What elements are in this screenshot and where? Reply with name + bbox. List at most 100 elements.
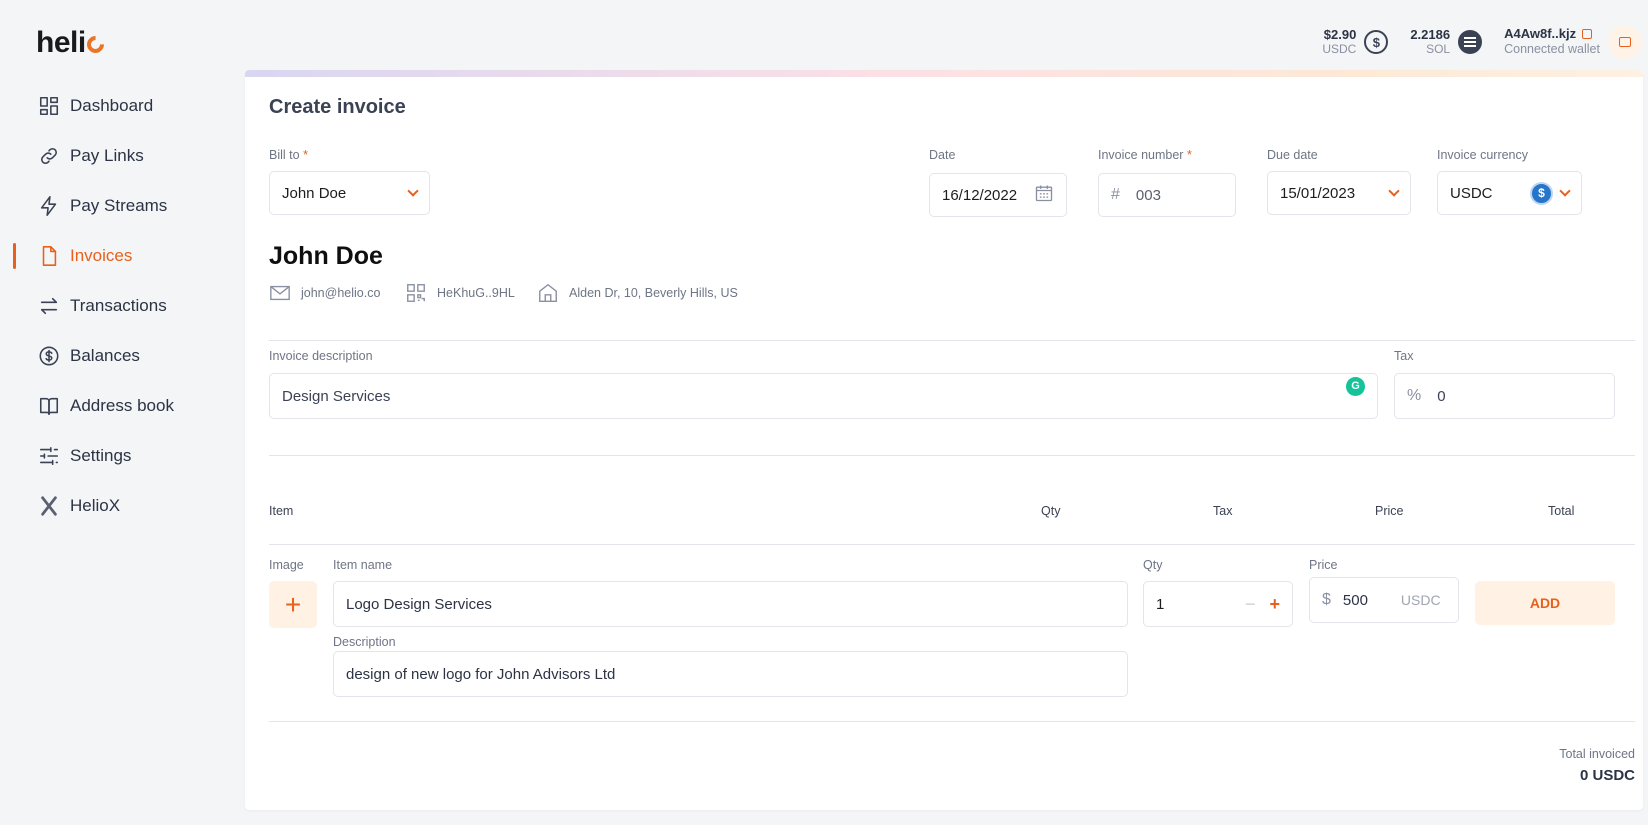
calendar-icon[interactable] [1034, 183, 1054, 207]
invoice-description-input[interactable]: Design Services G [269, 373, 1378, 419]
sidebar-item-heliox[interactable]: HelioX [0, 481, 230, 531]
column-header-item: Item [269, 504, 294, 518]
sidebar-item-label: Transactions [70, 296, 167, 315]
quantity-stepper[interactable]: 1 − + [1143, 581, 1293, 627]
bill-to-label: Bill to * [269, 148, 308, 162]
sidebar-item-label: HelioX [70, 496, 121, 515]
usdc-balance-amount: $2.90 [1323, 27, 1357, 42]
divider [269, 340, 1635, 341]
sol-balance-amount: 2.2186 [1410, 27, 1451, 42]
sidebar-item-pay-streams[interactable]: Pay Streams [0, 181, 230, 231]
date-input[interactable]: 16/12/2022 [929, 173, 1067, 217]
sidebar-item-dashboard[interactable]: Dashboard [0, 81, 230, 131]
heliox-icon [38, 495, 60, 517]
chevron-down-icon [407, 185, 419, 197]
usdc-coin-icon: $ [1530, 181, 1553, 205]
client-wallet: HeKhuG..9HL [405, 282, 515, 304]
dollar-prefix: $ [1322, 591, 1331, 608]
sidebar-item-invoices[interactable]: Invoices [0, 231, 230, 281]
client-address-text: Alden Dr, 10, Beverly Hills, US [569, 286, 738, 300]
date-label: Date [929, 148, 956, 162]
decrement-button[interactable]: − [1245, 594, 1256, 615]
sidebar-item-balances[interactable]: Balances [0, 331, 230, 381]
copy-icon[interactable] [1582, 29, 1593, 39]
tax-input[interactable]: % 0 [1394, 373, 1615, 419]
sidebar-item-label: Balances [70, 346, 140, 365]
sol-balance: 2.2186 SOL [1410, 27, 1483, 56]
arrows-swap-icon [38, 295, 60, 317]
sidebar-item-pay-links[interactable]: Pay Links [0, 131, 230, 181]
item-name-input[interactable]: Logo Design Services [333, 581, 1128, 627]
divider [269, 455, 1635, 456]
price-currency: USDC [1400, 592, 1441, 608]
item-name-value: Logo Design Services [346, 595, 492, 613]
lightning-icon [38, 195, 60, 217]
chevron-down-icon [1388, 185, 1400, 197]
client-name: John Doe [269, 242, 383, 270]
sol-coin-icon [1458, 30, 1483, 54]
client-wallet-text: HeKhuG..9HL [437, 286, 515, 300]
required-mark: * [1186, 148, 1192, 162]
invoice-number-label: Invoice number * [1098, 148, 1192, 162]
date-value: 16/12/2022 [942, 186, 1018, 204]
client-address: Alden Dr, 10, Beverly Hills, US [537, 282, 738, 304]
price-input[interactable]: $ 500 USDC [1309, 577, 1459, 623]
invoice-number-input[interactable]: # 003 [1098, 173, 1236, 217]
wallet-icon [1619, 37, 1631, 47]
due-date-select[interactable]: 15/01/2023 [1267, 171, 1411, 215]
add-image-button[interactable]: + [269, 581, 317, 628]
due-date-value: 15/01/2023 [1280, 184, 1356, 202]
client-email-text: john@helio.co [301, 286, 381, 300]
sidebar-item-label: Address book [70, 396, 174, 415]
hash-prefix: # [1111, 186, 1120, 203]
total-invoiced-value: 0 USDC [1579, 767, 1635, 784]
currency-select[interactable]: USDC $ [1437, 171, 1582, 215]
bill-to-value: John Doe [282, 184, 347, 202]
sidebar-item-settings[interactable]: Settings [0, 431, 230, 481]
currency-label: Invoice currency [1437, 148, 1529, 162]
dollar-circle-icon [38, 345, 60, 367]
price-value: 500 [1342, 591, 1368, 609]
sidebar-item-address-book[interactable]: Address book [0, 381, 230, 431]
image-label: Image [269, 558, 304, 572]
qty-value: 1 [1156, 595, 1165, 613]
chevron-down-icon [1559, 185, 1571, 197]
mail-icon [270, 285, 290, 301]
total-invoiced-label: Total invoiced [1559, 747, 1635, 761]
home-icon [539, 283, 557, 302]
wallet-info: A4Aw8f..kjz Connected wallet [1504, 27, 1600, 57]
sidebar-item-label: Settings [70, 446, 132, 465]
link-icon [38, 145, 60, 167]
grammarly-icon[interactable]: G [1346, 376, 1365, 396]
helio-logo[interactable]: heli [36, 26, 108, 60]
wallet-status: Connected wallet [1504, 42, 1600, 56]
sidebar-nav: Dashboard Pay Links Pay Streams Invoices… [0, 81, 230, 531]
item-name-label: Item name [333, 558, 393, 572]
item-description-value: design of new logo for John Advisors Ltd [346, 665, 616, 683]
logo-ring-icon [83, 32, 108, 57]
qr-code-icon [407, 284, 425, 302]
document-icon [38, 245, 60, 267]
qty-label: Qty [1143, 558, 1163, 572]
dashboard-icon [38, 95, 60, 117]
wallet-address: A4Aw8f..kjz [1504, 26, 1577, 41]
required-mark: * [303, 148, 308, 162]
sidebar-item-label: Invoices [70, 246, 133, 265]
page-title: Create invoice [269, 96, 406, 118]
sliders-icon [38, 445, 60, 467]
item-description-label: Description [333, 635, 396, 649]
book-icon [38, 395, 60, 417]
wallet-button[interactable] [1608, 25, 1642, 59]
percent-prefix: % [1407, 387, 1422, 404]
item-description-input[interactable]: design of new logo for John Advisors Ltd [333, 651, 1128, 697]
column-header-price: Price [1375, 504, 1404, 518]
add-item-button[interactable]: ADD [1475, 581, 1615, 625]
sidebar-item-label: Pay Links [70, 146, 144, 165]
invoice-description-label: Invoice description [269, 349, 373, 363]
logo-text: heli [36, 26, 86, 59]
bill-to-select[interactable]: John Doe [269, 171, 430, 215]
column-header-total: Total [1548, 504, 1575, 518]
sidebar-item-transactions[interactable]: Transactions [0, 281, 230, 331]
increment-button[interactable]: + [1269, 594, 1280, 615]
client-email: john@helio.co [269, 282, 380, 304]
